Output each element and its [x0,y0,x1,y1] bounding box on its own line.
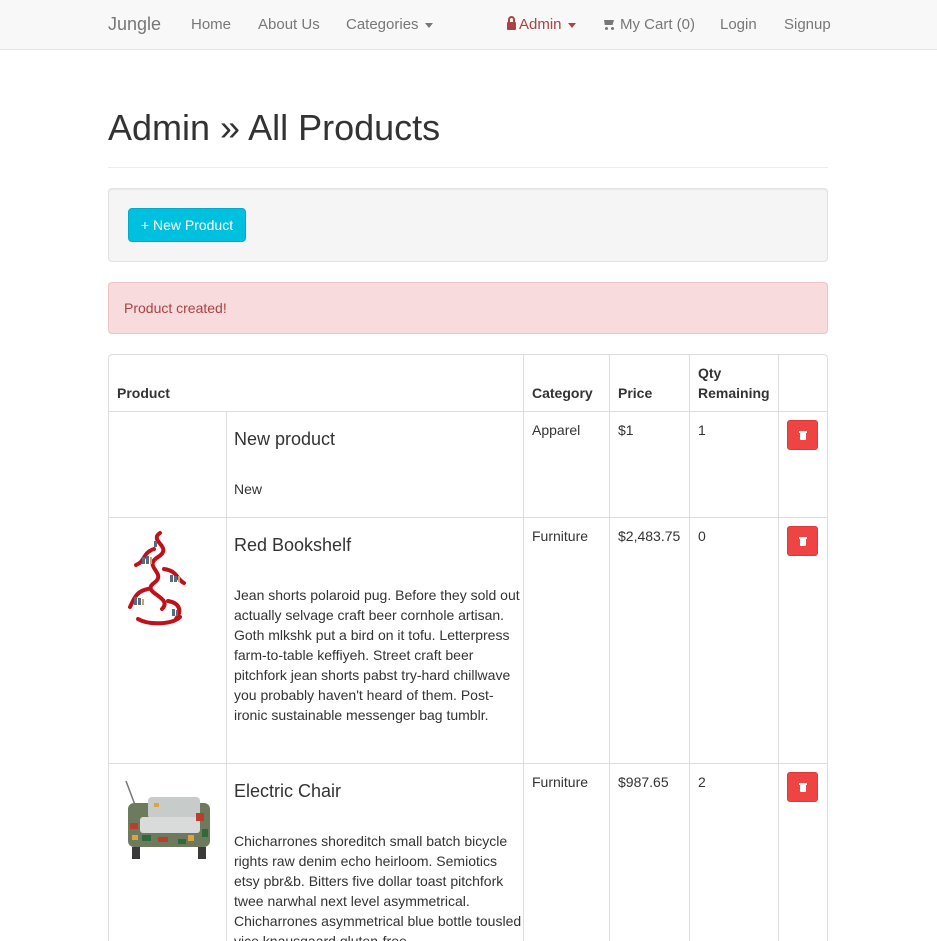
delete-product-button[interactable] [787,420,818,450]
row-divider [109,763,827,764]
product-image [118,773,217,871]
product-name: New product [234,429,336,449]
cart-icon [602,19,616,30]
trash-icon [799,783,807,792]
header-row-divider [109,411,827,412]
header-category: Category [532,385,593,401]
nav-categories-dropdown[interactable]: Categories [346,0,433,49]
nav-home[interactable]: Home [191,0,231,49]
red-bookshelf-image [128,531,186,626]
trash-icon [799,431,807,440]
product-category: Furniture [532,774,589,790]
delete-product-button[interactable] [787,772,818,802]
nav-signup[interactable]: Signup [784,0,831,49]
column-divider [778,355,779,941]
electric-chair-image [125,780,210,859]
nav-login[interactable]: Login [720,0,757,49]
column-divider [226,412,227,941]
row-divider [109,517,827,518]
column-divider [609,355,610,941]
navbar: Jungle Home About Us Categories Admin My… [0,0,937,50]
header-product: Product [117,385,170,401]
flash-alert: Product created! [108,282,828,334]
nav-categories-label: Categories [346,16,419,33]
chevron-down-icon [567,22,576,28]
product-qty: 0 [698,528,706,544]
product-category: Furniture [532,528,589,544]
product-description: Jean shorts polaroid pug. Before they so… [234,587,520,723]
nav-cart[interactable]: My Cart (0) [602,0,695,49]
nav-about[interactable]: About Us [258,0,320,49]
product-price: $2,483.75 [618,528,681,544]
page-title: Admin » All Products [108,107,441,148]
product-description: Chicharrones shoreditch small batch bicy… [234,833,522,941]
product-description: New [234,481,263,497]
header-price: Price [618,385,653,401]
nav-cart-label: My Cart (0) [620,16,695,33]
product-qty: 2 [698,774,706,790]
brand-link[interactable]: Jungle [108,0,161,49]
chevron-down-icon [424,22,433,28]
toolbar-well: + New Product [108,188,828,262]
header-divider [108,167,828,168]
column-divider [689,355,690,941]
lock-icon [507,16,516,30]
trash-icon [799,537,807,546]
delete-product-button[interactable] [787,526,818,556]
new-product-button[interactable]: + New Product [128,208,246,242]
nav-admin-label: Admin [519,16,562,33]
product-name: Red Bookshelf [234,535,352,555]
product-qty: 1 [698,422,706,438]
product-category: Apparel [532,422,581,438]
product-image [118,527,200,627]
product-name: Electric Chair [234,781,342,801]
product-price: $987.65 [618,774,669,790]
product-price: $1 [618,422,634,438]
nav-admin-dropdown[interactable]: Admin [507,0,576,49]
header-qty: Qty Remaining [698,365,770,401]
products-table: Product Category Price Qty Remaining New… [108,354,828,941]
